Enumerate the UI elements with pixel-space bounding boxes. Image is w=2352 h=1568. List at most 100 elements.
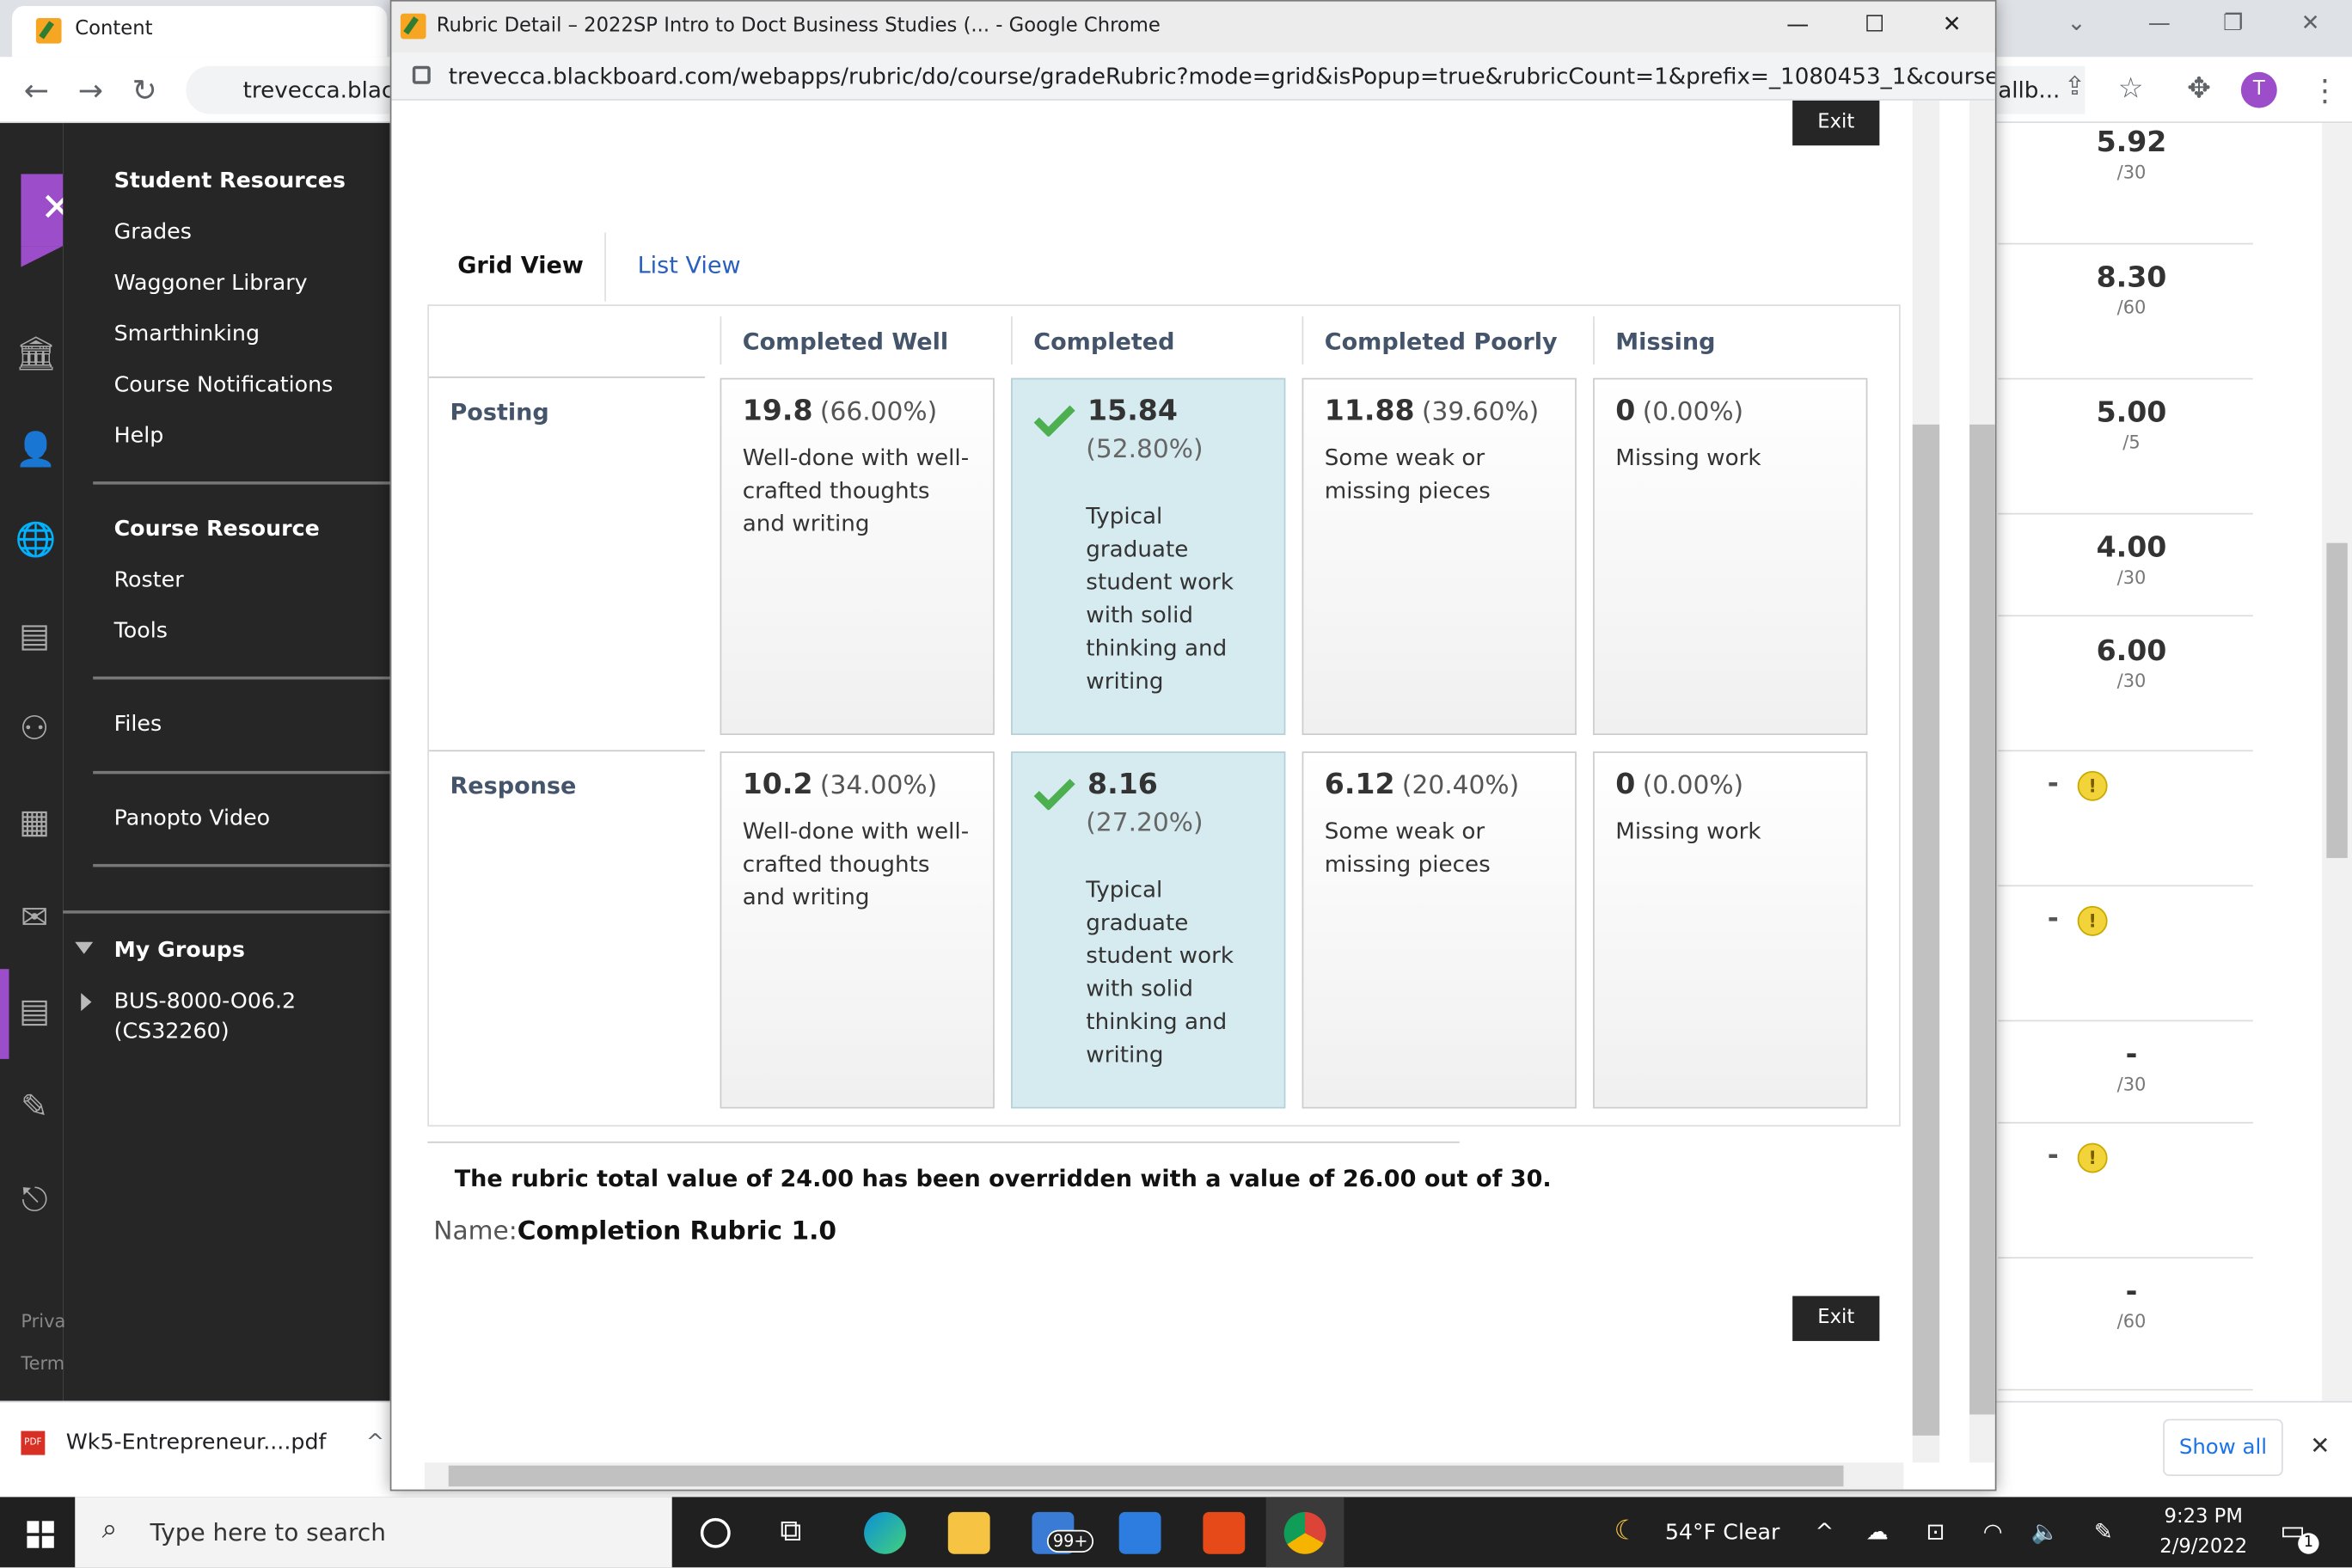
bookmark-star-icon[interactable]: ☆ <box>2118 72 2144 105</box>
rubric-cell-posting-completed-well[interactable]: 19.8 (66.00%) Well-done with well-crafte… <box>720 377 995 736</box>
popup-minimize-icon[interactable]: — <box>1786 10 1809 37</box>
tools-icon[interactable]: ✎ <box>15 1089 53 1128</box>
groups-icon[interactable]: ⚇ <box>15 711 53 750</box>
exit-button-bottom[interactable]: Exit <box>1792 1295 1880 1341</box>
sidebar-item-panopto[interactable]: Panopto Video <box>114 807 271 831</box>
rubric-favicon-icon <box>400 13 426 40</box>
popup-maximize-icon[interactable]: ☐ <box>1865 10 1884 37</box>
close-downloads-icon[interactable]: ✕ <box>2310 1431 2330 1460</box>
sidebar-heading-my-groups[interactable]: My Groups <box>114 939 245 963</box>
reload-icon[interactable]: ↻ <box>132 72 157 108</box>
sidebar-item-help[interactable]: Help <box>114 425 164 449</box>
task-view-icon[interactable]: ⧉ <box>780 1512 801 1548</box>
sidebar-item-notifications[interactable]: Course Notifications <box>114 373 334 397</box>
grade-cell[interactable]: 5.92/30 <box>2004 126 2259 183</box>
windows-start-icon[interactable] <box>27 1521 54 1548</box>
edge-icon[interactable] <box>864 1511 906 1554</box>
page-scrollbar-thumb[interactable] <box>2326 542 2348 859</box>
grade-divider <box>1998 1020 2253 1022</box>
office-icon[interactable] <box>1203 1511 1246 1554</box>
store-icon[interactable] <box>1118 1511 1161 1554</box>
rubric-cell-response-completed-well[interactable]: 10.2 (34.00%) Well-done with well-crafte… <box>720 751 995 1109</box>
content-scrollbar-thumb[interactable] <box>1912 424 1940 1436</box>
sidebar-item-roster[interactable]: Roster <box>114 568 184 592</box>
weather-text[interactable]: 54°F Clear <box>1665 1521 1780 1545</box>
cortana-icon[interactable] <box>700 1517 731 1548</box>
rubric-cell-response-completed-selected[interactable]: 8.16 (27.20%) Typical graduate student w… <box>1011 751 1286 1109</box>
messages-icon[interactable]: ✉ <box>15 900 53 939</box>
grade-divider <box>1998 1257 2253 1259</box>
popup-address-bar[interactable]: trevecca.blackboard.com/webapps/rubric/d… <box>391 52 1995 101</box>
sidebar-item-grades[interactable]: Grades <box>114 221 192 245</box>
grade-cell[interactable]: 5.00/5 <box>2004 396 2259 453</box>
exit-button-top[interactable]: Exit <box>1792 100 1880 146</box>
sidebar-item-smarthinking[interactable]: Smarthinking <box>114 322 260 346</box>
download-item[interactable]: PDF Wk5-Entrepreneur....pdf ^ <box>21 1430 384 1455</box>
courses-icon[interactable]: ▤ <box>15 618 53 657</box>
globe-icon[interactable]: 🌐 <box>15 522 56 560</box>
close-window-icon[interactable]: ✕ <box>2301 9 2320 35</box>
wifi-icon[interactable]: ◠ <box>1983 1518 2003 1545</box>
grade-cell[interactable]: 6.00/30 <box>2004 634 2259 691</box>
grades-icon[interactable]: ▤ <box>15 993 53 1032</box>
file-explorer-icon[interactable] <box>947 1511 990 1554</box>
sidebar-item-files[interactable]: Files <box>114 713 162 737</box>
chrome-menu-icon[interactable]: ⋮ <box>2310 72 2340 108</box>
popup-scrollbar[interactable] <box>1969 100 1995 1463</box>
sidebar-item-group[interactable]: BUS-8000-O06.2 <box>114 990 297 1014</box>
rubric-cell-response-missing[interactable]: 0 (0.00%) Missing work <box>1593 751 1868 1109</box>
profile-icon[interactable]: 👤 <box>15 432 56 471</box>
pen-icon[interactable]: ✎ <box>2094 1518 2113 1545</box>
grade-cell[interactable]: 4.00/30 <box>2004 531 2259 588</box>
grade-empty[interactable]: - <box>2048 1140 2059 1172</box>
sign-out-icon[interactable]: ⎋ <box>15 1182 53 1221</box>
profile-avatar[interactable]: T <box>2240 71 2277 108</box>
taskbar-search-box[interactable]: ⌕ Type here to search <box>75 1497 672 1568</box>
popup-close-icon[interactable]: ✕ <box>1943 10 1962 37</box>
caret-down-icon[interactable] <box>75 941 94 954</box>
taskbar-clock[interactable]: 9:23 PM 2/9/2022 <box>2136 1503 2271 1563</box>
tab-list-view[interactable]: List View <box>638 252 741 279</box>
sidebar-item-tools[interactable]: Tools <box>114 620 168 644</box>
background-tab[interactable]: Content <box>11 5 388 58</box>
terms-link[interactable]: Term <box>21 1353 64 1374</box>
calendar-icon[interactable]: ▦ <box>15 804 53 842</box>
privacy-link[interactable]: Priva <box>21 1311 65 1332</box>
minimize-icon[interactable]: — <box>2148 9 2171 35</box>
caret-right-icon[interactable] <box>81 993 92 1012</box>
share-icon[interactable]: ⇪ <box>2064 72 2086 102</box>
show-all-downloads-button[interactable]: Show all <box>2163 1418 2283 1476</box>
chevron-up-icon[interactable]: ^ <box>366 1431 384 1455</box>
grade-cell[interactable]: -/30 <box>2004 1038 2259 1094</box>
grade-empty[interactable]: - <box>2048 903 2059 934</box>
rubric-cell-response-completed-poorly[interactable]: 6.12 (20.40%) Some weak or missing piece… <box>1302 751 1577 1109</box>
restore-icon[interactable]: ❐ <box>2223 9 2243 35</box>
content-scrollbar[interactable] <box>1912 100 1940 1463</box>
tab-search-icon[interactable]: ⌄ <box>2067 9 2086 35</box>
grade-empty[interactable]: - <box>2048 768 2059 799</box>
horizontal-scrollbar-thumb[interactable] <box>448 1465 1844 1487</box>
forward-icon[interactable]: → <box>78 72 103 108</box>
grade-divider <box>1998 885 2253 887</box>
sidebar-item-library[interactable]: Waggoner Library <box>114 272 308 296</box>
tray-chevron-icon[interactable]: ^ <box>1815 1518 1834 1545</box>
back-icon[interactable]: ← <box>24 72 49 108</box>
rubric-cell-posting-completed-poorly[interactable]: 11.88 (39.60%) Some weak or missing piec… <box>1302 377 1577 736</box>
volume-icon[interactable]: 🔈 <box>2031 1518 2060 1545</box>
column-header-completed-well: Completed Well <box>742 328 949 356</box>
page-scrollbar[interactable] <box>2322 123 2352 1401</box>
chrome-icon[interactable] <box>1283 1511 1326 1554</box>
rubric-cell-posting-missing[interactable]: 0 (0.00%) Missing work <box>1593 377 1868 736</box>
popup-scrollbar-thumb[interactable] <box>1969 424 1995 1415</box>
horizontal-scrollbar[interactable] <box>424 1462 1904 1490</box>
tab-grid-view[interactable]: Grid View <box>457 252 584 279</box>
institution-icon[interactable]: 🏛 <box>15 336 57 375</box>
extensions-puzzle-icon[interactable]: ✥ <box>2187 72 2211 105</box>
mail-icon[interactable]: 99+ <box>1032 1511 1094 1554</box>
rubric-cell-posting-completed-selected[interactable]: 15.84 (52.80%) Typical graduate student … <box>1011 377 1286 736</box>
onedrive-icon[interactable]: ☁ <box>1866 1518 1889 1545</box>
background-address-bar[interactable]: trevecca.black <box>186 65 412 114</box>
device-icon[interactable]: ⊡ <box>1926 1518 1945 1545</box>
grade-cell[interactable]: -/60 <box>2004 1275 2259 1332</box>
grade-cell[interactable]: 8.30/60 <box>2004 261 2259 318</box>
